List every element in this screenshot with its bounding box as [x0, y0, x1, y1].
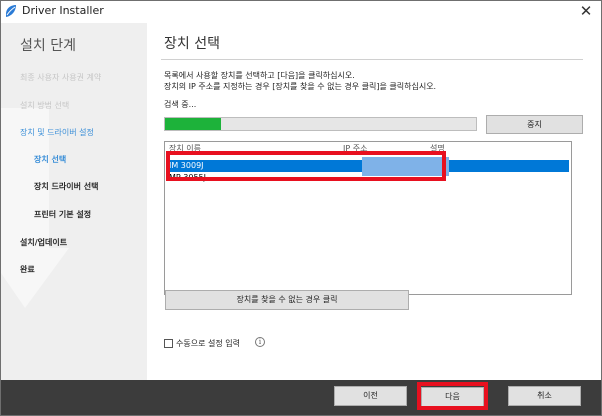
step-complete: 완료	[20, 265, 35, 274]
search-status: 검색 중...	[164, 100, 197, 109]
step-install-update: 설치/업데이트	[20, 238, 68, 247]
close-icon: ✕	[579, 2, 593, 20]
prev-button[interactable]: 이전	[334, 386, 407, 406]
step-install-method: 설치 방법 선택	[20, 101, 70, 110]
close-button[interactable]: ✕	[575, 2, 597, 21]
cancel-button[interactable]: 취소	[508, 386, 581, 406]
step-eula: 최종 사용자 사용권 계약	[20, 73, 102, 82]
window-title: Driver Installer	[22, 4, 104, 17]
steps-sidebar: 설치 단계 최종 사용자 사용권 계약 설치 방법 선택 장치 및 드라이버 설…	[1, 23, 147, 380]
page-title: 장치 선택	[164, 36, 220, 52]
search-progress-bar	[164, 117, 477, 131]
step-device-driver-setup: 장치 및 드라이버 설정	[20, 128, 94, 137]
progress-fill	[165, 118, 221, 130]
highlight-box-next-button	[417, 382, 488, 410]
instruction-line-2: 장치의 IP 주소를 지정하는 경우 [장치를 찾을 수 없는 경우 클릭]을 …	[164, 82, 437, 91]
step-select-driver: 장치 드라이버 선택	[34, 182, 99, 191]
step-printer-defaults: 프린터 기본 설정	[34, 210, 92, 219]
device-not-found-button[interactable]: 장치를 찾을 수 없는 경우 클릭	[165, 290, 409, 310]
installer-window: Driver Installer ✕ 설치 단계 최종 사용자 사용권 계약 설…	[0, 0, 602, 416]
stop-button[interactable]: 중지	[486, 115, 583, 134]
main-panel: 장치 선택 목록에서 사용할 장치를 선택하고 [다음]을 클릭하십시오. 장치…	[147, 23, 601, 380]
highlight-box-device-row	[166, 151, 446, 181]
title-bar: Driver Installer ✕	[1, 1, 601, 23]
manual-settings-label[interactable]: 수동으로 설정 입력	[176, 338, 240, 349]
sidebar-title: 설치 단계	[20, 38, 76, 54]
instruction-line-1: 목록에서 사용할 장치를 선택하고 [다음]을 클릭하십시오.	[164, 71, 355, 80]
app-icon	[6, 5, 16, 17]
step-select-device: 장치 선택	[34, 155, 67, 164]
manual-settings-checkbox[interactable]	[164, 339, 173, 348]
title-divider	[161, 59, 583, 60]
info-icon[interactable]: i	[255, 337, 265, 347]
